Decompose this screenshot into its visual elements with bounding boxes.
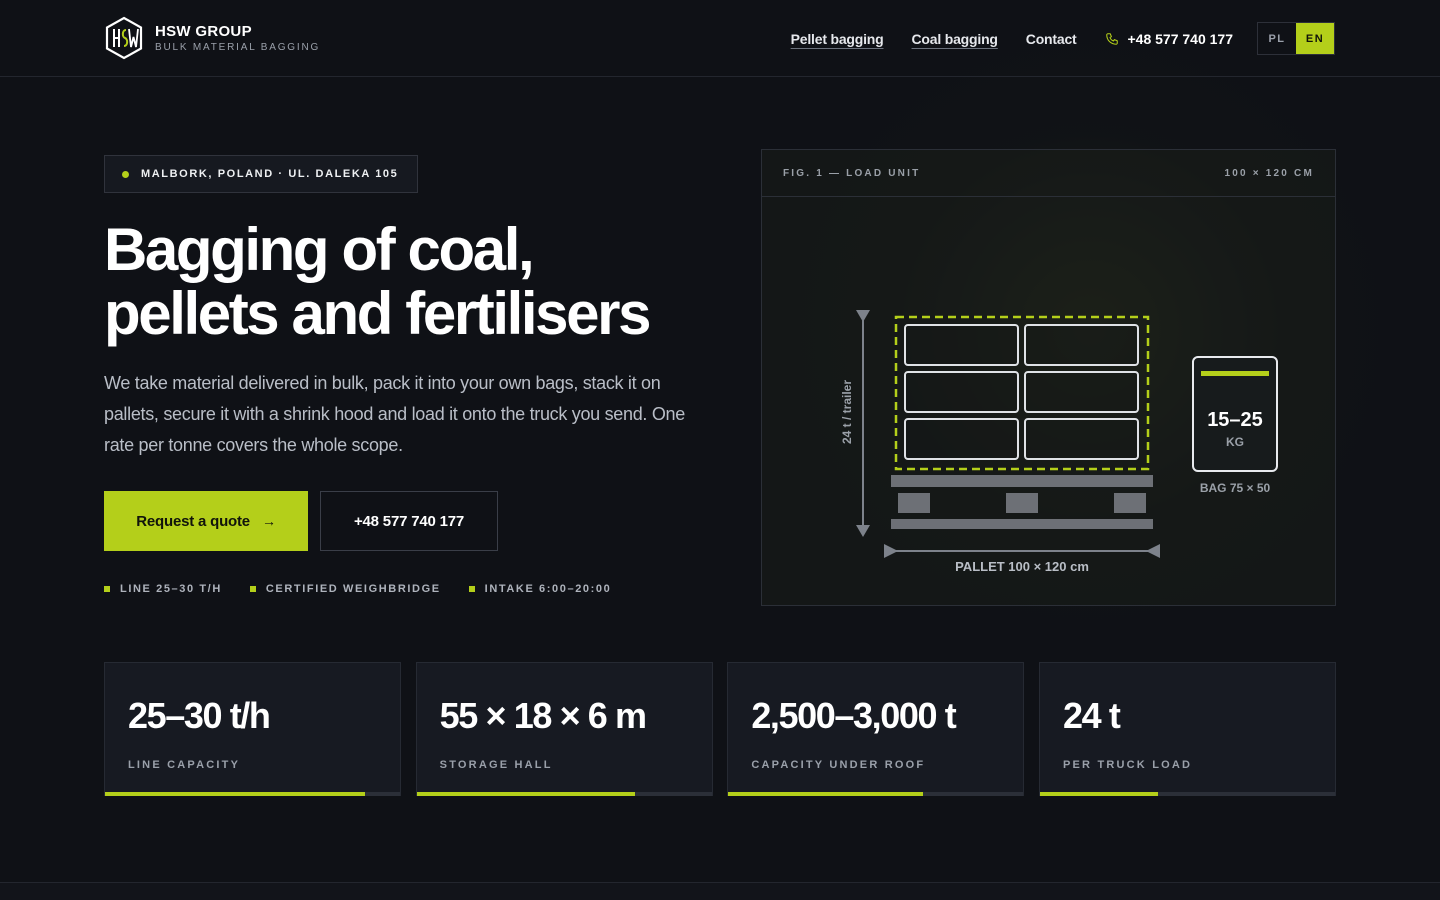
lang-en[interactable]: EN	[1296, 23, 1334, 54]
header-phone-number: +48 577 740 177	[1127, 30, 1234, 47]
stat-progress-bar	[1039, 792, 1335, 796]
feature-list: LINE 25–30 T/H CERTIFIED WEIGHBRIDGE INT…	[104, 583, 639, 595]
arrow-right-icon: →	[261, 513, 276, 529]
height-label: 24 t / trailer	[840, 380, 854, 444]
stacked-bag	[1024, 418, 1139, 460]
load-unit-drawing: 24 t / trailer PALLET 100 × 120 cm 15–25…	[840, 310, 1278, 574]
feature-item: CERTIFIED WEIGHBRIDGE	[249, 583, 441, 595]
stat-progress-bar	[105, 792, 400, 796]
stat-value: 25–30 t/h	[128, 695, 271, 736]
arrow-right-head	[1146, 544, 1160, 558]
feature-item: LINE 25–30 T/H	[104, 583, 222, 595]
stat-label: STORAGE HALL	[439, 759, 553, 771]
figure-dimensions: 100 × 120 CM	[1224, 167, 1314, 179]
phone-icon	[1105, 32, 1118, 45]
stat-card: 2,500–3,000 t CAPACITY UNDER ROOF	[727, 662, 1025, 796]
stacked-bag	[1024, 371, 1139, 413]
stat-progress-fill	[728, 792, 923, 796]
pallet-block	[1006, 493, 1038, 513]
main-nav: Pellet bagging Coal bagging Contact +48 …	[791, 22, 1335, 55]
nav-coal-bagging[interactable]: Coal bagging	[912, 31, 998, 47]
feature-item: INTAKE 6:00–20:00	[468, 583, 612, 595]
stat-progress-fill	[416, 792, 635, 796]
stat-progress-bar	[728, 792, 1024, 796]
call-phone-button[interactable]: +48 577 740 177	[320, 491, 498, 551]
hero-title: Bagging of coal, pellets and fertilisers	[104, 218, 744, 346]
hero-title-line2: pellets and fertilisers	[104, 280, 651, 347]
stat-value: 24 t	[1062, 695, 1121, 736]
request-quote-button[interactable]: Request a quote →	[104, 491, 308, 551]
nav-pellet-bagging[interactable]: Pellet bagging	[791, 31, 884, 47]
stacked-bag	[1024, 324, 1139, 366]
arrow-left-head	[884, 544, 898, 558]
arrow-down-head	[856, 525, 870, 537]
stat-card: 55 × 18 × 6 m STORAGE HALL	[415, 662, 713, 796]
square-bullet-icon	[104, 586, 110, 592]
logo-subtitle: BULK MATERIAL BAGGING	[155, 42, 321, 53]
square-bullet-icon	[468, 586, 475, 592]
pallet-label: PALLET 100 × 120 cm	[955, 559, 1089, 574]
feature-text: LINE 25–30 T/H	[120, 583, 222, 595]
logo-name: HSW GROUP	[155, 23, 252, 40]
pallet-block	[898, 493, 930, 513]
stat-card: 25–30 t/h LINE CAPACITY	[104, 662, 401, 796]
bag-weight: 15–25	[1207, 409, 1263, 431]
feature-text: INTAKE 6:00–20:00	[484, 583, 612, 595]
pallet-top-board	[891, 475, 1153, 487]
language-switcher: PL EN	[1257, 22, 1335, 55]
stat-progress-fill	[105, 792, 365, 796]
lang-pl[interactable]: PL	[1258, 23, 1296, 54]
stat-value: 55 × 18 × 6 m	[439, 695, 647, 736]
stat-label: LINE CAPACITY	[128, 759, 241, 771]
stacked-bag	[904, 324, 1019, 366]
bag-accent-strip	[1201, 371, 1269, 376]
location-badge: MALBORK, POLAND · UL. DALEKA 105	[104, 155, 418, 193]
stacked-bag	[904, 371, 1019, 413]
hero-title-line1: Bagging of coal,	[104, 216, 535, 283]
arrow-up-head	[856, 310, 870, 322]
stat-label: CAPACITY UNDER ROOF	[751, 759, 926, 771]
nav-contact[interactable]: Contact	[1026, 31, 1077, 47]
location-text: MALBORK, POLAND · UL. DALEKA 105	[141, 168, 399, 180]
pallet-bottom-board	[891, 519, 1153, 529]
bag-size-label: BAG 75 × 50	[1200, 481, 1271, 495]
load-unit-figure: FIG. 1 — LOAD UNIT 100 × 120 CM 24 t / t…	[761, 149, 1336, 606]
pallet-block	[1114, 493, 1146, 513]
figure-header: FIG. 1 — LOAD UNIT 100 × 120 CM	[762, 150, 1335, 197]
stacked-bag	[904, 418, 1019, 460]
location-dot-icon	[122, 170, 129, 178]
square-bullet-icon	[249, 586, 256, 592]
stat-card: 24 t PER TRUCK LOAD	[1038, 662, 1336, 796]
hero-lead: We take material delivered in bulk, pack…	[104, 373, 685, 455]
logo[interactable]: HSW GROUP BULK MATERIAL BAGGING	[104, 16, 320, 60]
site-header: HSW GROUP BULK MATERIAL BAGGING Pellet b…	[0, 0, 1440, 77]
feature-text: CERTIFIED WEIGHBRIDGE	[265, 583, 441, 595]
stat-value: 2,500–3,000 t	[751, 695, 956, 736]
stats-row: 25–30 t/h LINE CAPACITY 55 × 18 × 6 m ST…	[104, 662, 1336, 796]
request-quote-label: Request a quote	[136, 512, 250, 530]
next-section-edge	[0, 882, 1440, 900]
figure-title: FIG. 1 — LOAD UNIT	[783, 167, 921, 179]
stat-label: PER TRUCK LOAD	[1062, 759, 1193, 771]
bag-weight-unit: KG	[1226, 435, 1244, 449]
hexagon-logo-icon	[105, 16, 143, 60]
stat-progress-bar	[416, 792, 712, 796]
stat-progress-fill	[1039, 792, 1158, 796]
header-phone-link[interactable]: +48 577 740 177	[1105, 30, 1234, 47]
